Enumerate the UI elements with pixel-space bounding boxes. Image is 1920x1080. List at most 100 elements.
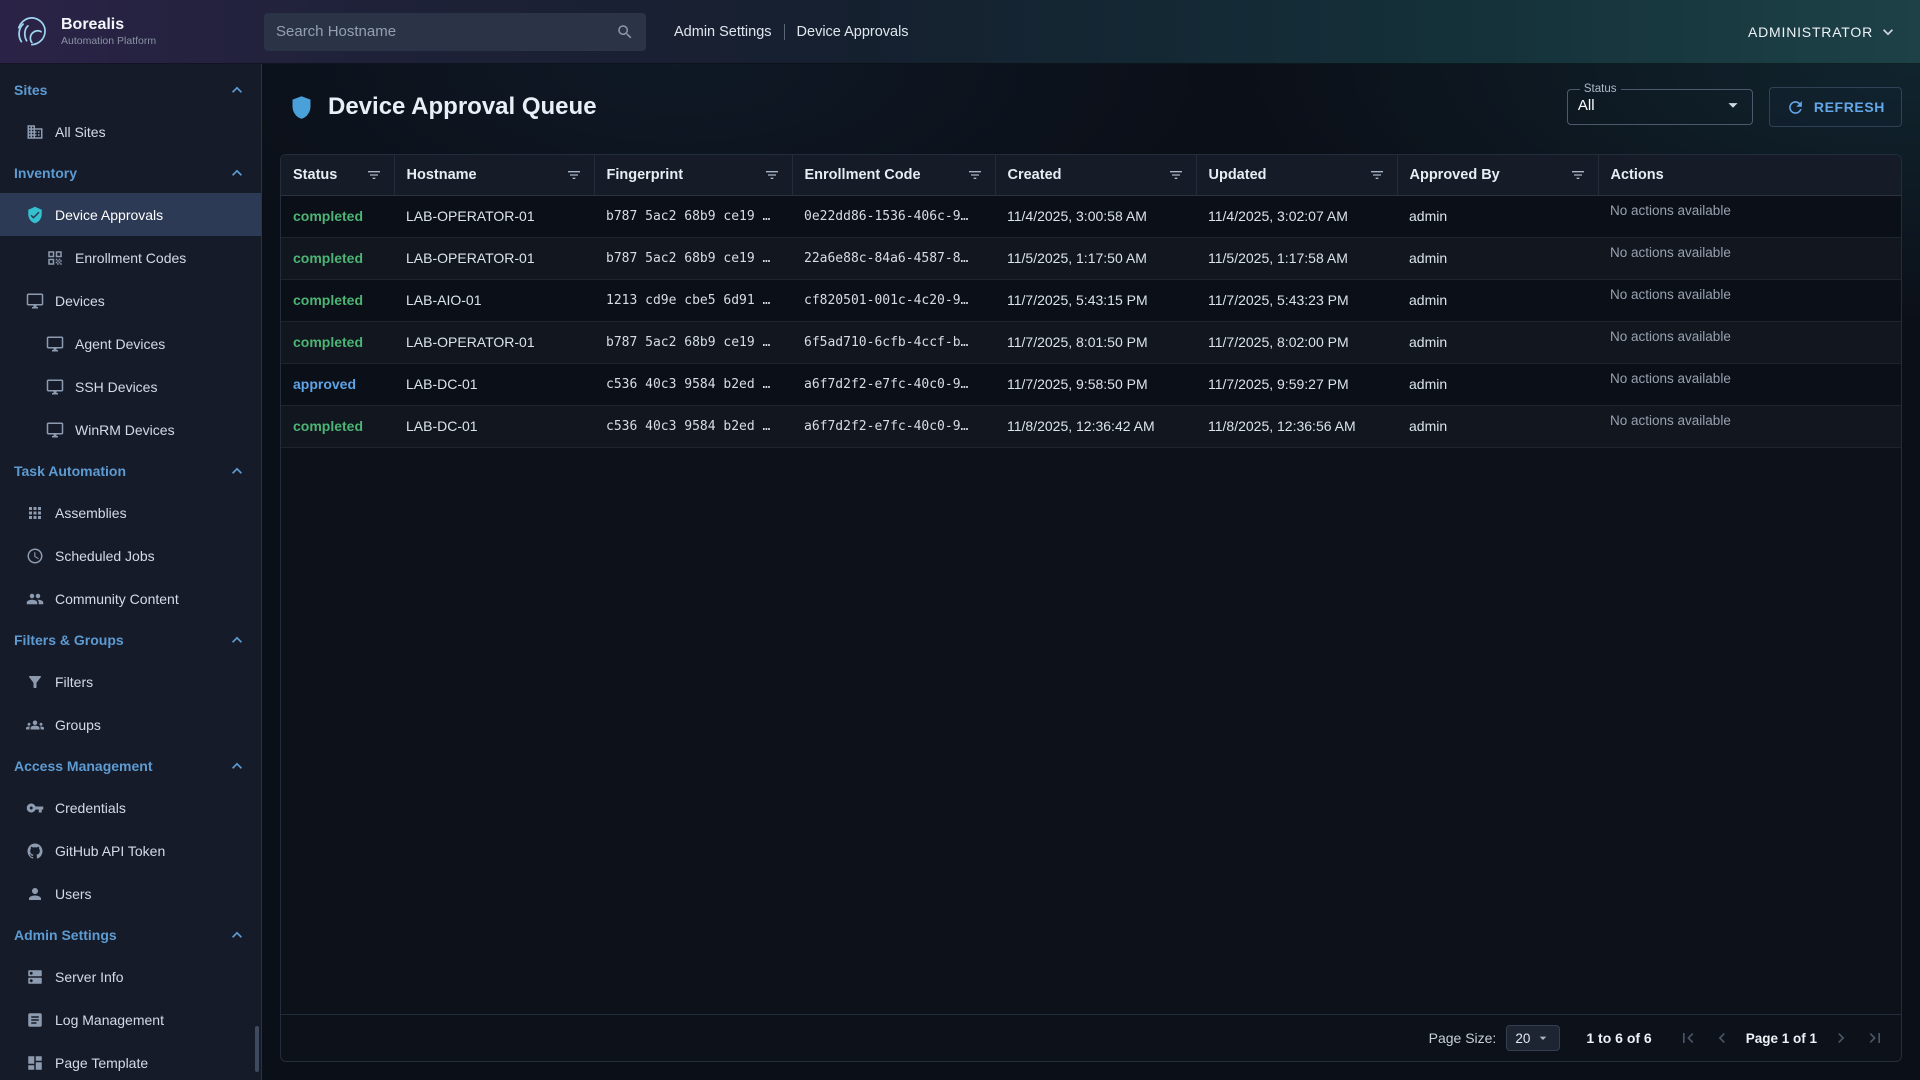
sidebar-item-community-content[interactable]: Community Content (0, 577, 261, 620)
page-size-select[interactable]: 20 (1506, 1025, 1560, 1051)
column-header-approved-by[interactable]: Approved By (1397, 155, 1598, 195)
hostname-cell: LAB-AIO-01 (394, 279, 594, 321)
table-row[interactable]: completedLAB-DC-01c536 40c3 9584 b2ed …a… (281, 405, 1901, 447)
column-header-created[interactable]: Created (995, 155, 1196, 195)
shield-icon (288, 94, 315, 121)
sidebar-item-label: Users (55, 886, 92, 902)
sidebar-section-admin-settings[interactable]: Admin Settings (0, 915, 261, 955)
status-cell: completed (281, 237, 394, 279)
status-cell: completed (281, 321, 394, 363)
apps-icon (26, 504, 44, 522)
sidebar-item-server-info[interactable]: Server Info (0, 955, 261, 998)
breadcrumb-section[interactable]: Admin Settings (674, 24, 772, 40)
sidebar-item-all-sites[interactable]: All Sites (0, 110, 261, 153)
enrollment-code-cell: a6f7d2f2-e7fc-40c0-9… (792, 405, 995, 447)
sidebar-scrollbar[interactable] (255, 1026, 259, 1072)
people-icon (26, 590, 44, 608)
search-box[interactable] (264, 13, 646, 51)
sidebar-item-label: Community Content (55, 591, 179, 607)
column-header-updated[interactable]: Updated (1196, 155, 1397, 195)
sidebar-item-log-management[interactable]: Log Management (0, 998, 261, 1041)
search-input[interactable] (276, 23, 608, 40)
column-header-actions[interactable]: Actions (1598, 155, 1901, 195)
sidebar-item-label: Filters (55, 674, 93, 690)
previous-page-button[interactable] (1712, 1028, 1732, 1048)
sidebar-item-label: Groups (55, 717, 101, 733)
last-page-button[interactable] (1865, 1028, 1885, 1048)
column-label: Fingerprint (607, 167, 684, 183)
column-label: Hostname (407, 167, 477, 183)
hostname-cell: LAB-OPERATOR-01 (394, 321, 594, 363)
sidebar: Sites All SitesInventoryDevice ApprovalsE… (0, 64, 262, 1080)
template-icon (26, 1054, 44, 1072)
column-header-hostname[interactable]: Hostname (394, 155, 594, 195)
chevron-up-icon (227, 80, 247, 100)
sidebar-item-credentials[interactable]: Credentials (0, 786, 261, 829)
sidebar-item-users[interactable]: Users (0, 872, 261, 915)
sidebar-section-inventory[interactable]: Inventory (0, 153, 261, 193)
sidebar-item-label: Page Template (55, 1055, 148, 1071)
approval-table-panel: Status Hostname Fingerprint Enrollment Code… (280, 154, 1902, 1062)
hostname-cell: LAB-DC-01 (394, 363, 594, 405)
sidebar-section-filters-groups[interactable]: Filters & Groups (0, 620, 261, 660)
page-indicator: Page 1 of 1 (1746, 1031, 1817, 1046)
first-page-button[interactable] (1678, 1028, 1698, 1048)
sidebar-item-github-api-token[interactable]: GitHub API Token (0, 829, 261, 872)
fingerprint-cell: b787 5ac2 68b9 ce19 … (594, 321, 792, 363)
sidebar-section-access-management[interactable]: Access Management (0, 746, 261, 786)
column-header-fingerprint[interactable]: Fingerprint (594, 155, 792, 195)
column-label: Updated (1209, 167, 1267, 183)
approval-table: Status Hostname Fingerprint Enrollment Code… (281, 155, 1901, 448)
table-footer: Page Size: 20 1 to 6 of 6 Page 1 of 1 (281, 1014, 1901, 1061)
sidebar-item-scheduled-jobs[interactable]: Scheduled Jobs (0, 534, 261, 577)
actions-cell: No actions available (1598, 279, 1901, 321)
status-filter-select[interactable]: Status All (1567, 83, 1753, 125)
user-menu[interactable]: ADMINISTRATOR (1748, 22, 1898, 42)
table-row[interactable]: completedLAB-AIO-011213 cd9e cbe5 6d91 …… (281, 279, 1901, 321)
status-cell: approved (281, 363, 394, 405)
refresh-button[interactable]: REFRESH (1769, 87, 1902, 127)
column-header-status[interactable]: Status (281, 155, 394, 195)
fingerprint-cell: 1213 cd9e cbe5 6d91 … (594, 279, 792, 321)
sidebar-item-ssh-devices[interactable]: SSH Devices (0, 365, 261, 408)
table-row[interactable]: completedLAB-OPERATOR-01b787 5ac2 68b9 c… (281, 195, 1901, 237)
sidebar-item-device-approvals[interactable]: Device Approvals (0, 193, 261, 236)
actions-cell: No actions available (1598, 363, 1901, 405)
created-cell: 11/4/2025, 3:00:58 AM (995, 195, 1196, 237)
sidebar-section-label: Sites (14, 82, 47, 98)
sidebar-section-task-automation[interactable]: Task Automation (0, 451, 261, 491)
page-size-label: Page Size: (1429, 1030, 1497, 1046)
article-icon (26, 1011, 44, 1029)
status-cell: completed (281, 405, 394, 447)
sidebar-item-label: SSH Devices (75, 379, 157, 395)
column-header-enrollment-code[interactable]: Enrollment Code (792, 155, 995, 195)
status-cell: completed (281, 195, 394, 237)
sidebar-item-page-template[interactable]: Page Template (0, 1041, 261, 1080)
sidebar-item-groups[interactable]: Groups (0, 703, 261, 746)
top-bar: Borealis Automation Platform Admin Setti… (0, 0, 1920, 64)
table-row[interactable]: completedLAB-OPERATOR-01b787 5ac2 68b9 c… (281, 321, 1901, 363)
table-row[interactable]: approvedLAB-DC-01c536 40c3 9584 b2ed …a6… (281, 363, 1901, 405)
sidebar-item-enrollment-codes[interactable]: Enrollment Codes (0, 236, 261, 279)
filter-icon (1570, 167, 1586, 183)
groups-icon (26, 716, 44, 734)
main-content: Device Approval Queue Status All REFRESH… (262, 64, 1920, 1080)
sidebar-item-assemblies[interactable]: Assemblies (0, 491, 261, 534)
approved-by-cell: admin (1397, 279, 1598, 321)
sidebar-item-agent-devices[interactable]: Agent Devices (0, 322, 261, 365)
sidebar-section-label: Filters & Groups (14, 632, 124, 648)
table-row[interactable]: completedLAB-OPERATOR-01b787 5ac2 68b9 c… (281, 237, 1901, 279)
brand-title: Borealis (61, 16, 156, 34)
sidebar-item-devices[interactable]: Devices (0, 279, 261, 322)
actions-cell: No actions available (1598, 237, 1901, 279)
sidebar-item-filters[interactable]: Filters (0, 660, 261, 703)
sidebar-section-sites[interactable]: Sites (0, 70, 261, 110)
chevron-up-icon (227, 163, 247, 183)
table-empty-area (281, 448, 1901, 1015)
chevron-up-icon (227, 630, 247, 650)
first-page-icon (1678, 1028, 1698, 1048)
page-title: Device Approval Queue (328, 93, 597, 121)
fingerprint-cell: c536 40c3 9584 b2ed … (594, 405, 792, 447)
sidebar-item-winrm-devices[interactable]: WinRM Devices (0, 408, 261, 451)
next-page-button[interactable] (1831, 1028, 1851, 1048)
